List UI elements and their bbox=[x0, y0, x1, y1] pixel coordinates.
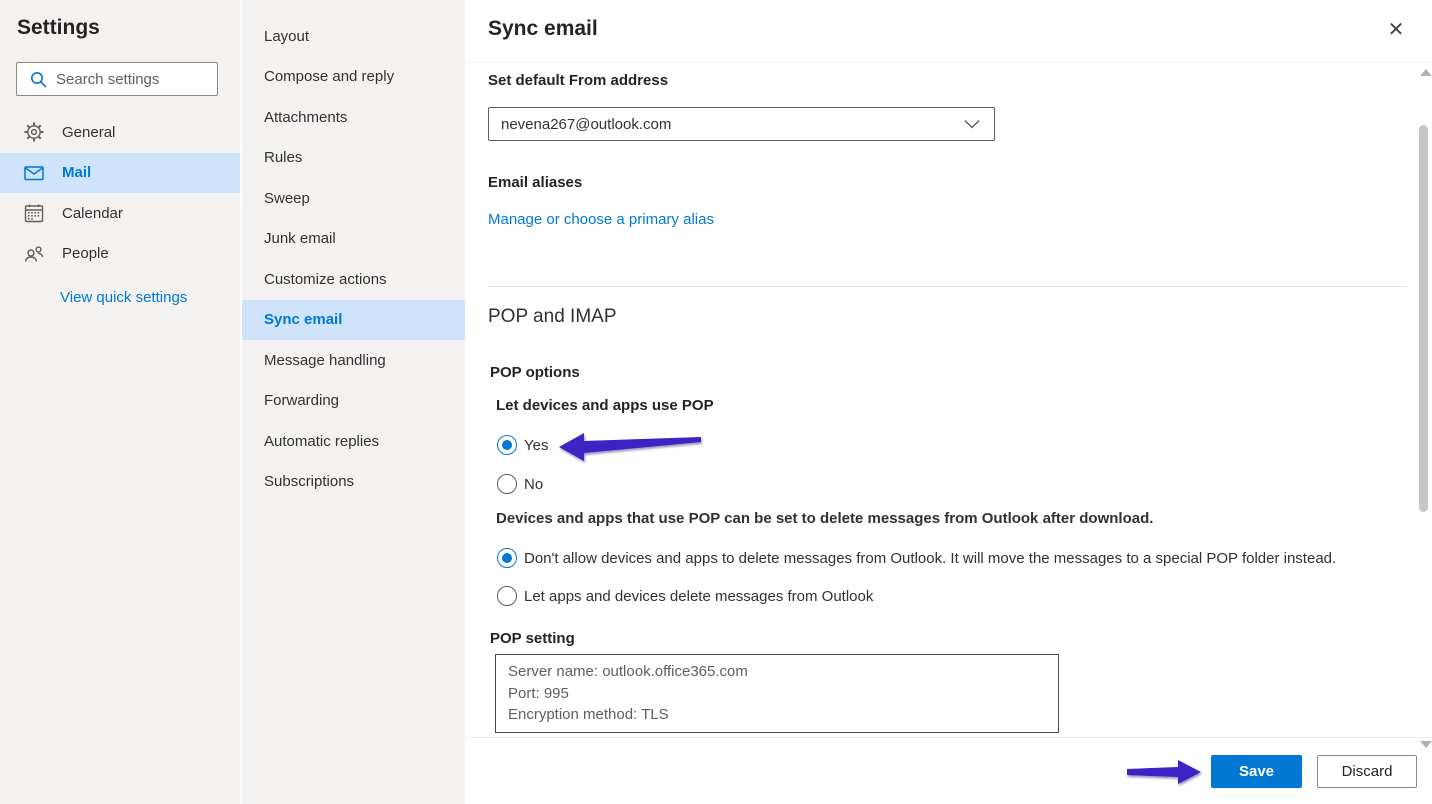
nav-item-compose-and-reply[interactable]: Compose and reply bbox=[242, 57, 465, 98]
save-button[interactable]: Save bbox=[1211, 755, 1302, 788]
radio-no[interactable] bbox=[497, 474, 517, 494]
scrollbar-down-arrow[interactable] bbox=[1420, 741, 1432, 748]
settings-window: Settings bbox=[0, 0, 1432, 804]
sidebar-item-label: People bbox=[62, 245, 109, 262]
mail-settings-nav: Layout Compose and reply Attachments Rul… bbox=[240, 0, 465, 804]
pop-setting-label: POP setting bbox=[490, 630, 575, 647]
nav-item-automatic-replies[interactable]: Automatic replies bbox=[242, 421, 465, 462]
search-settings-box[interactable] bbox=[16, 62, 218, 96]
settings-title: Settings bbox=[17, 16, 100, 40]
pop-setting-box: Server name: outlook.office365.com Port:… bbox=[495, 654, 1059, 733]
view-quick-settings-link[interactable]: View quick settings bbox=[60, 289, 187, 306]
default-from-value: nevena267@outlook.com bbox=[501, 116, 964, 133]
nav-item-rules[interactable]: Rules bbox=[242, 138, 465, 179]
email-aliases-label: Email aliases bbox=[488, 174, 582, 191]
chevron-down-icon bbox=[964, 119, 980, 129]
sidebar-item-label: General bbox=[62, 124, 115, 141]
default-from-dropdown[interactable]: nevena267@outlook.com bbox=[488, 107, 995, 141]
radio-yes[interactable] bbox=[497, 435, 517, 455]
sync-email-panel: Sync email ✕ Set default From address ne… bbox=[465, 0, 1432, 804]
sidebar-item-label: Calendar bbox=[62, 205, 123, 222]
radio-yes-label[interactable]: Yes bbox=[524, 437, 548, 454]
radio-no-label[interactable]: No bbox=[524, 476, 543, 493]
header-divider bbox=[465, 62, 1432, 63]
discard-button[interactable]: Discard bbox=[1317, 755, 1417, 788]
search-icon bbox=[30, 71, 47, 88]
settings-sidebar: Settings bbox=[0, 0, 240, 804]
nav-item-layout[interactable]: Layout bbox=[242, 16, 465, 57]
people-icon bbox=[24, 244, 44, 264]
sidebar-item-mail[interactable]: Mail bbox=[0, 153, 240, 194]
radio-let-delete-label[interactable]: Let apps and devices delete messages fro… bbox=[524, 588, 873, 605]
nav-item-forwarding[interactable]: Forwarding bbox=[242, 381, 465, 422]
manage-alias-link[interactable]: Manage or choose a primary alias bbox=[488, 211, 714, 228]
search-input[interactable] bbox=[56, 71, 206, 88]
annotation-arrow-yes bbox=[557, 429, 703, 465]
radio-dont-allow-delete-label[interactable]: Don't allow devices and apps to delete m… bbox=[524, 550, 1336, 567]
sidebar-item-label: Mail bbox=[62, 164, 91, 181]
nav-item-sweep[interactable]: Sweep bbox=[242, 178, 465, 219]
pop-server-name: Server name: outlook.office365.com bbox=[508, 661, 1046, 683]
radio-option-yes[interactable]: Yes bbox=[497, 433, 548, 457]
pop-options-label: POP options bbox=[490, 364, 580, 381]
nav-item-message-handling[interactable]: Message handling bbox=[242, 340, 465, 381]
close-icon[interactable]: ✕ bbox=[1384, 18, 1408, 42]
radio-let-delete[interactable] bbox=[497, 586, 517, 606]
scrollbar-thumb[interactable] bbox=[1419, 125, 1428, 512]
nav-item-attachments[interactable]: Attachments bbox=[242, 97, 465, 138]
annotation-arrow-save bbox=[1125, 757, 1203, 787]
page-title: Sync email bbox=[488, 17, 598, 41]
sidebar-item-calendar[interactable]: Calendar bbox=[0, 193, 240, 234]
pop-delete-description: Devices and apps that use POP can be set… bbox=[496, 510, 1153, 527]
radio-option-let-delete[interactable]: Let apps and devices delete messages fro… bbox=[497, 584, 873, 608]
radio-option-no[interactable]: No bbox=[497, 472, 543, 496]
pop-port: Port: 995 bbox=[508, 683, 1046, 705]
nav-item-subscriptions[interactable]: Subscriptions bbox=[242, 462, 465, 503]
radio-dont-allow-delete[interactable] bbox=[497, 548, 517, 568]
section-divider bbox=[488, 286, 1407, 287]
sidebar-item-people[interactable]: People bbox=[0, 234, 240, 275]
mail-icon bbox=[24, 163, 44, 183]
let-devices-use-pop-label: Let devices and apps use POP bbox=[496, 397, 714, 414]
default-from-label: Set default From address bbox=[488, 72, 668, 89]
nav-item-sync-email[interactable]: Sync email bbox=[242, 300, 465, 341]
sidebar-nav: General Mail bbox=[0, 112, 240, 274]
gear-icon bbox=[24, 122, 44, 142]
radio-option-dont-allow-delete[interactable]: Don't allow devices and apps to delete m… bbox=[497, 546, 1336, 570]
pop-imap-heading: POP and IMAP bbox=[488, 306, 617, 328]
panel-footer: Save Discard bbox=[465, 738, 1432, 804]
sidebar-item-general[interactable]: General bbox=[0, 112, 240, 153]
calendar-icon bbox=[24, 203, 44, 223]
scrollbar-up-arrow[interactable] bbox=[1420, 69, 1432, 76]
nav-item-customize-actions[interactable]: Customize actions bbox=[242, 259, 465, 300]
nav-item-junk-email[interactable]: Junk email bbox=[242, 219, 465, 260]
pop-encryption: Encryption method: TLS bbox=[508, 704, 1046, 726]
